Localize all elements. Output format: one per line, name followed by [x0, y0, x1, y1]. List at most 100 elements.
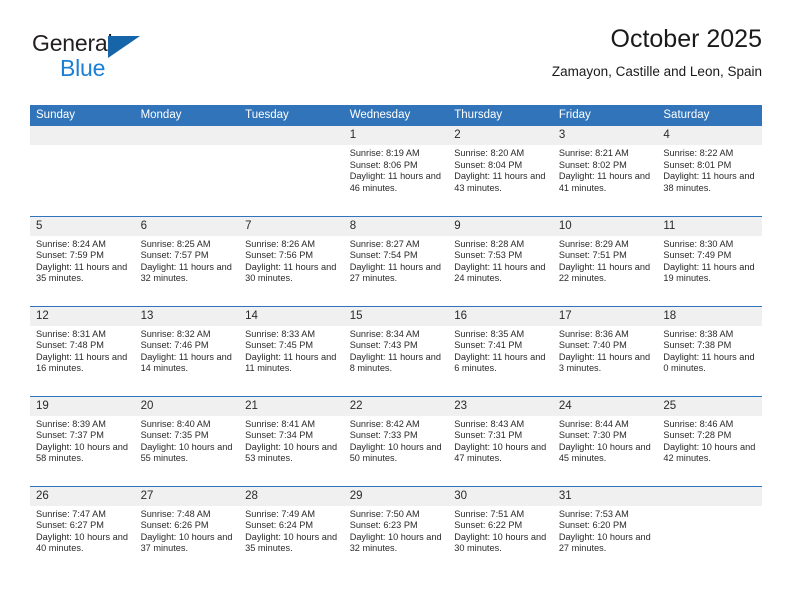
sunset-text: Sunset: 6:27 PM: [36, 520, 104, 531]
sunset-text: Sunset: 7:30 PM: [558, 430, 627, 441]
day-details: Sunrise: 8:35 AM Sunset: 7:41 PM Daylight:…: [448, 326, 553, 375]
calendar-day-cell[interactable]: 8 Sunrise: 8:27 AM Sunset: 7:54 PM Daylight…: [343, 216, 449, 307]
sunrise-text: Sunrise: 8:27 AM: [349, 238, 420, 249]
calendar-day-cell[interactable]: 2 Sunrise: 8:20 AM Sunset: 8:04 PM Daylight…: [448, 126, 553, 217]
calendar-day-cell[interactable]: 12 Sunrise: 8:31 AM Sunset: 7:48 PM Dayligh…: [30, 306, 135, 397]
calendar-table: Sunday Monday Tuesday Wednesday Thursday…: [30, 105, 762, 576]
calendar-day-number: [657, 486, 762, 506]
calendar-day-number: 4: [657, 126, 762, 145]
calendar-day-cell[interactable]: 23 Sunrise: 8:43 AM Sunset: 7:31 PM Dayligh…: [448, 396, 553, 487]
sunrise-text: Sunrise: 8:36 AM: [558, 328, 629, 339]
sunset-text: Sunset: 6:22 PM: [454, 520, 523, 531]
calendar-day-cell[interactable]: 5 Sunrise: 8:24 AM Sunset: 7:59 PM Daylight…: [30, 216, 135, 307]
calendar-day-number: [134, 126, 240, 145]
calendar-day-number: 7: [239, 216, 344, 236]
daylight-text: Daylight: 11 hours and 14 minutes.: [140, 351, 232, 374]
day-details: Sunrise: 8:24 AM Sunset: 7:59 PM Daylight:…: [30, 236, 135, 285]
day-details: Sunrise: 8:25 AM Sunset: 7:57 PM Daylight:…: [135, 236, 240, 285]
day-details: Sunrise: 8:44 AM Sunset: 7:30 PM Daylight:…: [553, 416, 658, 465]
sunset-text: Sunset: 7:53 PM: [454, 250, 523, 261]
calendar-day-cell[interactable]: 10 Sunrise: 8:29 AM Sunset: 7:51 PM Dayligh…: [552, 216, 658, 307]
calendar-day-number: 1: [343, 126, 449, 145]
page-header: General Blue October 2025 Zamayon, Casti…: [30, 24, 762, 96]
calendar-day-cell[interactable]: 4 Sunrise: 8:22 AM Sunset: 8:01 PM Daylight…: [657, 126, 762, 217]
calendar-day-number: 3: [552, 126, 658, 145]
calendar-day-cell[interactable]: 17 Sunrise: 8:36 AM Sunset: 7:40 PM Dayligh…: [552, 306, 658, 397]
calendar-day-number: 10: [552, 216, 658, 236]
calendar-day-cell[interactable]: 13 Sunrise: 8:32 AM Sunset: 7:46 PM Dayligh…: [134, 306, 240, 397]
daylight-text: Daylight: 10 hours and 37 minutes.: [140, 531, 233, 554]
sunset-text: Sunset: 6:26 PM: [140, 520, 209, 531]
day-details: Sunrise: 8:22 AM Sunset: 8:01 PM Daylight:…: [657, 145, 762, 194]
daylight-text: Daylight: 10 hours and 47 minutes.: [454, 441, 547, 464]
calendar-day-cell[interactable]: 31 Sunrise: 7:53 AM Sunset: 6:20 PM Dayligh…: [552, 486, 658, 576]
calendar-day-cell[interactable]: 21 Sunrise: 8:41 AM Sunset: 7:34 PM Dayligh…: [239, 396, 344, 487]
calendar-day-cell[interactable]: 14 Sunrise: 8:33 AM Sunset: 7:45 PM Dayligh…: [239, 306, 344, 397]
calendar-day-cell[interactable]: 20 Sunrise: 8:40 AM Sunset: 7:35 PM Dayligh…: [134, 396, 240, 487]
calendar-day-cell[interactable]: 7 Sunrise: 8:26 AM Sunset: 7:56 PM Daylight…: [239, 216, 344, 307]
logo-text-blue: Blue: [60, 55, 106, 81]
daylight-text: Daylight: 10 hours and 53 minutes.: [245, 441, 338, 464]
calendar-day-number: 26: [30, 486, 135, 506]
daylight-text: Daylight: 11 hours and 38 minutes.: [663, 171, 755, 193]
daylight-text: Daylight: 10 hours and 58 minutes.: [36, 441, 128, 464]
sunrise-text: Sunrise: 8:35 AM: [454, 328, 525, 339]
calendar-day-cell[interactable]: 1 Sunrise: 8:19 AM Sunset: 8:06 PM Daylight…: [343, 126, 449, 217]
daylight-text: Daylight: 11 hours and 0 minutes.: [663, 351, 755, 374]
day-details: Sunrise: 8:20 AM Sunset: 8:04 PM Daylight:…: [448, 145, 553, 194]
daylight-text: Daylight: 10 hours and 32 minutes.: [349, 531, 442, 554]
day-details: Sunrise: 8:40 AM Sunset: 7:35 PM Daylight:…: [135, 416, 240, 465]
sunset-text: Sunset: 7:34 PM: [245, 430, 314, 441]
sunset-text: Sunset: 7:59 PM: [36, 250, 104, 261]
calendar-day-number: 27: [134, 486, 240, 506]
day-details: Sunrise: 7:49 AM Sunset: 6:24 PM Daylight:…: [239, 506, 344, 555]
calendar-day-cell[interactable]: 30 Sunrise: 7:51 AM Sunset: 6:22 PM Dayligh…: [448, 486, 553, 576]
sunrise-text: Sunrise: 8:25 AM: [140, 238, 211, 249]
sunrise-text: Sunrise: 7:51 AM: [454, 508, 525, 519]
calendar-day-number: 28: [239, 486, 344, 506]
calendar-week-row: 26 Sunrise: 7:47 AM Sunset: 6:27 PM Dayligh…: [30, 486, 762, 576]
sunrise-text: Sunrise: 7:47 AM: [36, 508, 106, 519]
calendar-day-cell[interactable]: 11 Sunrise: 8:30 AM Sunset: 7:49 PM Dayligh…: [657, 216, 762, 307]
calendar-day-cell[interactable]: 25 Sunrise: 8:46 AM Sunset: 7:28 PM Dayligh…: [657, 396, 762, 487]
weekday-header-tuesday: Tuesday: [239, 105, 344, 126]
calendar-day-cell[interactable]: 27 Sunrise: 7:48 AM Sunset: 6:26 PM Dayligh…: [134, 486, 240, 576]
daylight-text: Daylight: 11 hours and 6 minutes.: [454, 351, 546, 374]
calendar-day-cell[interactable]: 18 Sunrise: 8:38 AM Sunset: 7:38 PM Dayligh…: [657, 306, 762, 397]
calendar-week-row: 5 Sunrise: 8:24 AM Sunset: 7:59 PM Daylight…: [30, 216, 762, 307]
day-details: Sunrise: 7:50 AM Sunset: 6:23 PM Daylight:…: [344, 506, 449, 555]
day-details: Sunrise: 8:26 AM Sunset: 7:56 PM Daylight:…: [239, 236, 344, 285]
day-details: Sunrise: 7:48 AM Sunset: 6:26 PM Daylight:…: [135, 506, 240, 555]
calendar-day-number: 15: [343, 306, 449, 326]
sunrise-text: Sunrise: 8:41 AM: [245, 418, 316, 429]
sunrise-text: Sunrise: 8:21 AM: [558, 148, 629, 158]
sunrise-text: Sunrise: 8:46 AM: [663, 418, 734, 429]
daylight-text: Daylight: 11 hours and 41 minutes.: [558, 171, 651, 193]
calendar-day-number: 11: [657, 216, 762, 236]
calendar-day-cell[interactable]: 6 Sunrise: 8:25 AM Sunset: 7:57 PM Daylight…: [134, 216, 240, 307]
calendar-day-cell[interactable]: 29 Sunrise: 7:50 AM Sunset: 6:23 PM Dayligh…: [343, 486, 449, 576]
daylight-text: Daylight: 11 hours and 27 minutes.: [349, 261, 441, 284]
calendar-day-cell[interactable]: 3 Sunrise: 8:21 AM Sunset: 8:02 PM Daylight…: [552, 126, 658, 217]
calendar-day-number: 20: [134, 396, 240, 416]
calendar-day-cell[interactable]: 16 Sunrise: 8:35 AM Sunset: 7:41 PM Dayligh…: [448, 306, 553, 397]
calendar-day-cell[interactable]: 26 Sunrise: 7:47 AM Sunset: 6:27 PM Dayligh…: [30, 486, 135, 576]
calendar-day-cell[interactable]: 28 Sunrise: 7:49 AM Sunset: 6:24 PM Dayligh…: [239, 486, 344, 576]
calendar-day-number: 5: [30, 216, 135, 236]
calendar-day-number: 18: [657, 306, 762, 326]
day-details: Sunrise: 8:41 AM Sunset: 7:34 PM Daylight:…: [239, 416, 344, 465]
day-details: Sunrise: 8:29 AM Sunset: 7:51 PM Daylight:…: [553, 236, 658, 285]
sunset-text: Sunset: 7:46 PM: [140, 340, 209, 351]
calendar-day-cell[interactable]: 19 Sunrise: 8:39 AM Sunset: 7:37 PM Dayligh…: [30, 396, 135, 487]
day-details: Sunrise: 8:28 AM Sunset: 7:53 PM Daylight:…: [448, 236, 553, 285]
calendar-page: General Blue October 2025 Zamayon, Casti…: [0, 0, 792, 612]
sunset-text: Sunset: 6:23 PM: [349, 520, 418, 531]
calendar-day-cell[interactable]: 9 Sunrise: 8:28 AM Sunset: 7:53 PM Daylight…: [448, 216, 553, 307]
sunset-text: Sunset: 7:48 PM: [36, 340, 104, 351]
calendar-day-cell[interactable]: 24 Sunrise: 8:44 AM Sunset: 7:30 PM Dayligh…: [552, 396, 658, 487]
calendar-week-row: 19 Sunrise: 8:39 AM Sunset: 7:37 PM Dayligh…: [30, 396, 762, 487]
calendar-day-number: 14: [239, 306, 344, 326]
calendar-day-cell[interactable]: 15 Sunrise: 8:34 AM Sunset: 7:43 PM Dayligh…: [343, 306, 449, 397]
calendar-day-cell[interactable]: 22 Sunrise: 8:42 AM Sunset: 7:33 PM Dayligh…: [343, 396, 449, 487]
calendar-day-number: 29: [343, 486, 449, 506]
